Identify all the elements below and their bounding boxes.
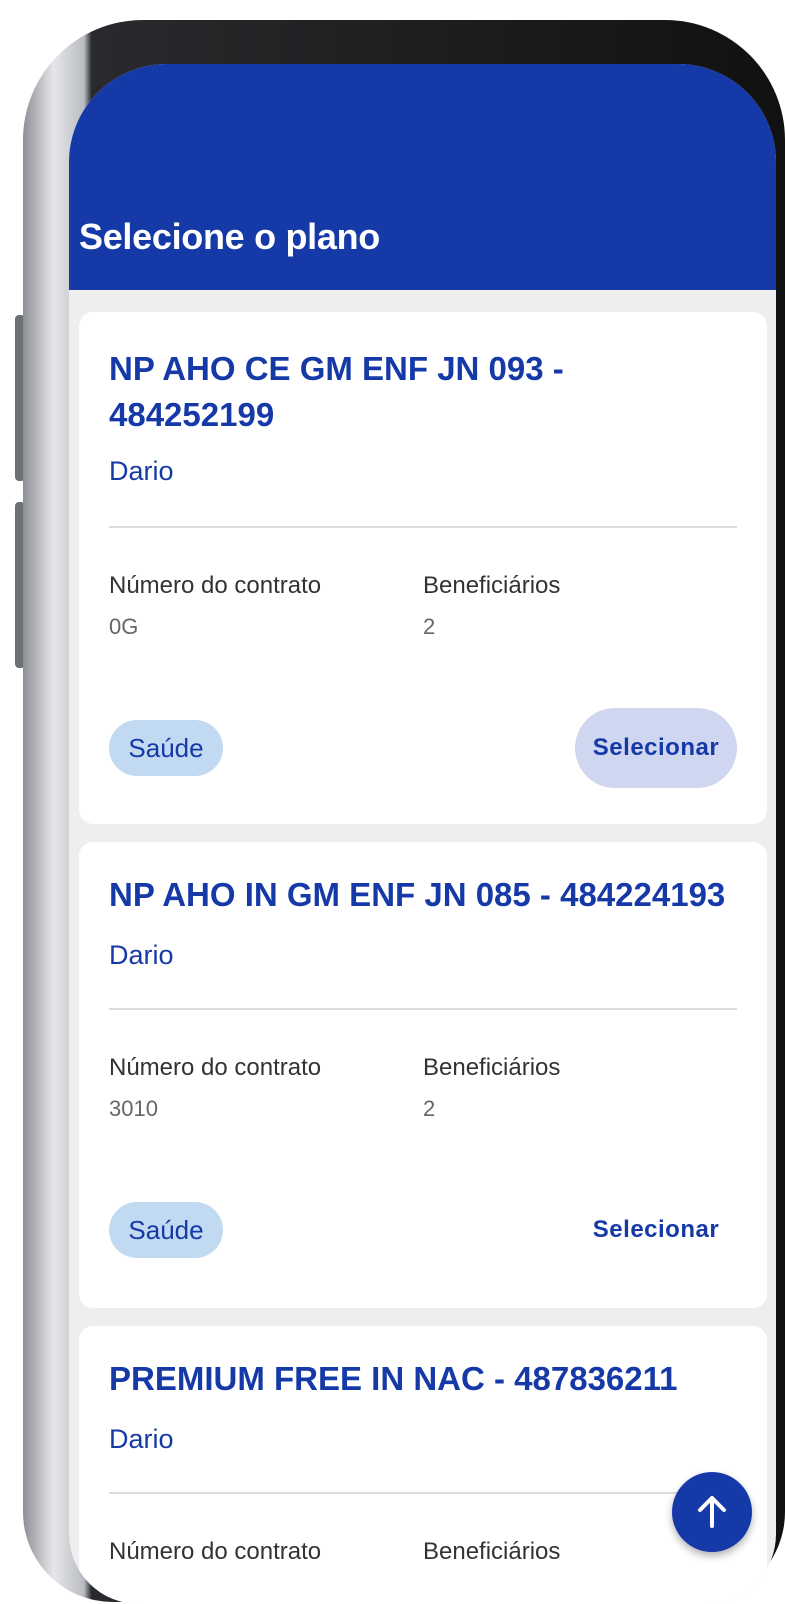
beneficiaries-label: Beneficiários [423, 1054, 561, 1081]
plan-holder-name: Dario [109, 940, 174, 970]
plan-title: NP AHO IN GM ENF JN 085 - 484224193 [109, 876, 726, 913]
plan-card: PREMIUM FREE IN NAC - 487836211 Dario Nú… [79, 1326, 767, 1604]
card-divider [109, 526, 737, 528]
plan-type-chip: Saúde [109, 1202, 223, 1258]
arrow-up-icon [698, 1496, 726, 1528]
contract-number-label: Número do contrato [109, 572, 322, 599]
beneficiaries-value: 2 [423, 1096, 436, 1121]
beneficiaries-label: Beneficiários [423, 572, 561, 599]
card-divider [109, 1492, 737, 1494]
app-header: Selecione o plano [69, 64, 776, 290]
contract-number-label: Número do contrato [109, 1054, 322, 1081]
beneficiaries-value: 2 [423, 614, 436, 639]
contract-number-label: Número do contrato [109, 1538, 322, 1565]
scroll-to-top-button[interactable] [672, 1472, 752, 1552]
app-screen: Selecione o plano NP AHO CE GM ENF JN 09… [69, 64, 776, 1604]
plan-title: PREMIUM FREE IN NAC - 487836211 [109, 1360, 678, 1397]
contract-number-value: 3010 [109, 1096, 158, 1121]
select-plan-button[interactable]: Selecionar [575, 708, 737, 788]
plan-card: NP AHO CE GM ENF JN 093 - 484252199 Dari… [79, 312, 767, 824]
beneficiaries-label: Beneficiários [423, 1538, 561, 1565]
plan-holder-name: Dario [109, 456, 174, 486]
plan-holder-name: Dario [109, 1424, 174, 1454]
contract-number-value: 0G [109, 614, 139, 639]
plan-type-chip: Saúde [109, 720, 223, 776]
plan-card: NP AHO IN GM ENF JN 085 - 484224193 Dari… [79, 842, 767, 1308]
phone-frame: Selecione o plano NP AHO CE GM ENF JN 09… [23, 20, 785, 1604]
card-divider [109, 1008, 737, 1010]
select-plan-button[interactable]: Selecionar [575, 1190, 737, 1270]
page-title: Selecione o plano [79, 216, 380, 257]
plan-title: NP AHO CE GM ENF JN 093 - 484252199 [109, 350, 564, 433]
